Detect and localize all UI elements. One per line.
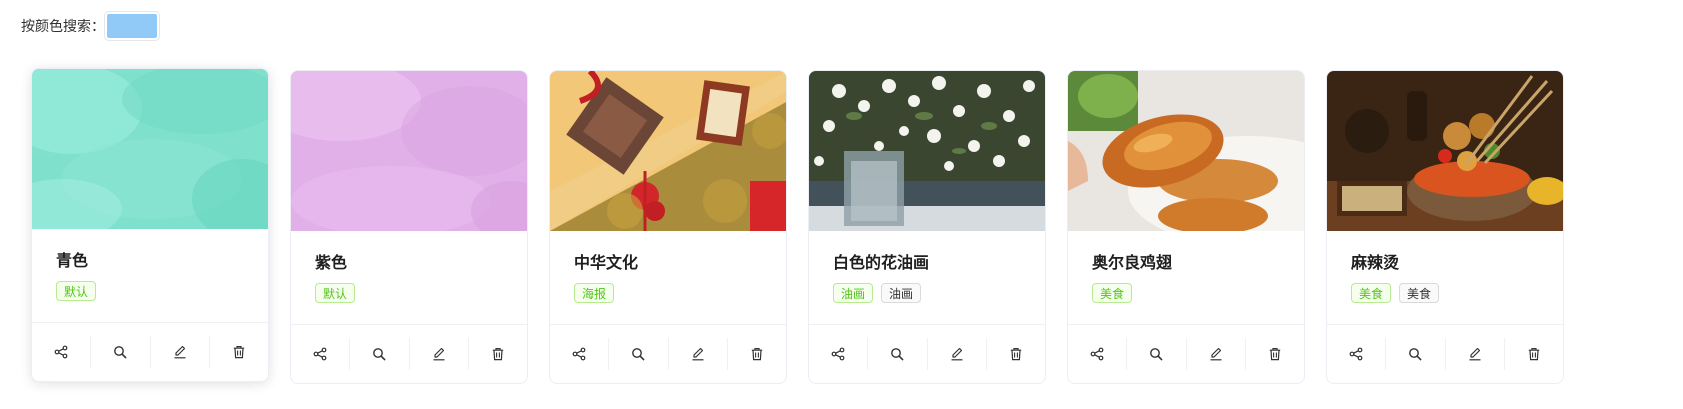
svg-text:·: · — [1298, 219, 1300, 227]
delete-button[interactable] — [987, 338, 1045, 370]
edit-icon — [432, 347, 446, 361]
card-body: 青色 默认 — [32, 229, 268, 307]
share-button[interactable] — [809, 338, 869, 370]
card-title: 白色的花油画 — [833, 253, 930, 272]
delete-button[interactable] — [1246, 338, 1304, 370]
tag: 油画 — [833, 283, 874, 303]
delete-button[interactable] — [728, 338, 786, 370]
edit-icon — [1468, 347, 1482, 361]
card-body: 麻辣烫美食 美食 — [1327, 231, 1563, 309]
share-icon — [572, 347, 586, 361]
share-icon — [1090, 347, 1104, 361]
share-button[interactable] — [550, 338, 610, 370]
edit-button[interactable] — [151, 336, 210, 368]
edit-icon — [691, 347, 705, 361]
share-button[interactable] — [1068, 338, 1128, 370]
tag: 油画 — [881, 283, 922, 303]
edit-button[interactable] — [669, 338, 728, 370]
edit-button[interactable] — [410, 338, 469, 370]
card-cover-image[interactable]: · — [1068, 71, 1304, 231]
image-card[interactable]: 紫色 默认 — [290, 70, 528, 384]
search-icon — [1408, 347, 1422, 361]
card-actions — [291, 324, 527, 383]
share-icon — [831, 347, 845, 361]
card-actions — [1327, 324, 1563, 383]
delete-button[interactable] — [1505, 338, 1563, 370]
image-card[interactable]: · 奥尔良鸡翅美食 — [1067, 70, 1305, 384]
share-button[interactable] — [291, 338, 351, 370]
tag: 海报 — [574, 283, 615, 303]
card-cover-image[interactable] — [809, 71, 1045, 231]
card-body: 白色的花油画 油画 油画 — [809, 231, 1045, 309]
card-tags: 默认 — [315, 283, 503, 303]
delete-icon — [1268, 347, 1282, 361]
delete-icon — [750, 347, 764, 361]
color-search-bar: 按颜色搜索： — [21, 13, 157, 39]
card-cover-image[interactable] — [32, 69, 268, 229]
card-actions — [550, 324, 786, 383]
tag: 美食 — [1092, 283, 1133, 303]
search-button[interactable] — [91, 336, 151, 368]
delete-icon — [491, 347, 505, 361]
delete-icon — [1527, 347, 1541, 361]
card-actions — [809, 324, 1045, 383]
edit-button[interactable] — [1446, 338, 1505, 370]
card-title: 中华文化 — [574, 253, 639, 272]
edit-button[interactable] — [1187, 338, 1246, 370]
card-tags: 海报 — [574, 283, 762, 303]
tag: 默认 — [315, 283, 356, 303]
card-title: 紫色 — [315, 253, 348, 272]
edit-icon — [173, 345, 187, 359]
color-search-label: 按颜色搜索： — [21, 19, 105, 35]
card-title: 青色 — [56, 251, 89, 270]
color-picker[interactable] — [107, 14, 157, 38]
share-icon — [313, 347, 327, 361]
search-button[interactable] — [609, 338, 669, 370]
delete-icon — [232, 345, 246, 359]
card-tags: 默认 — [56, 281, 244, 301]
tag: 美食 — [1399, 283, 1440, 303]
card-cover-image[interactable] — [550, 71, 786, 231]
search-button[interactable] — [350, 338, 410, 370]
card-actions — [1068, 324, 1304, 383]
search-button[interactable] — [1386, 338, 1446, 370]
card-tags: 美食 美食 — [1351, 283, 1539, 303]
card-tags: 美食 — [1092, 283, 1280, 303]
search-button[interactable] — [868, 338, 928, 370]
edit-button[interactable] — [928, 338, 987, 370]
delete-button[interactable] — [469, 338, 527, 370]
image-card[interactable]: 青色 默认 — [31, 68, 269, 382]
search-button[interactable] — [1127, 338, 1187, 370]
card-actions — [32, 322, 268, 381]
search-icon — [113, 345, 127, 359]
card-body: 紫色 默认 — [291, 231, 527, 309]
tag: 默认 — [56, 281, 97, 301]
tag: 美食 — [1351, 283, 1392, 303]
card-cover-image[interactable] — [291, 71, 527, 231]
card-tags: 油画 油画 — [833, 283, 1021, 303]
image-card[interactable]: 白色的花油画 油画 油画 — [808, 70, 1046, 384]
edit-icon — [950, 347, 964, 361]
card-title: 奥尔良鸡翅 — [1092, 253, 1173, 272]
share-icon — [1349, 347, 1363, 361]
image-card[interactable]: 中华文化 海报 — [549, 70, 787, 384]
share-icon — [54, 345, 68, 359]
image-card[interactable]: 麻辣烫美食 美食 — [1326, 70, 1564, 384]
edit-icon — [1209, 347, 1223, 361]
card-cover-image[interactable] — [1327, 71, 1563, 231]
search-icon — [631, 347, 645, 361]
search-icon — [890, 347, 904, 361]
card-body: 中华文化 海报 — [550, 231, 786, 309]
delete-icon — [1009, 347, 1023, 361]
search-icon — [1149, 347, 1163, 361]
share-button[interactable] — [32, 336, 92, 368]
card-title: 麻辣烫 — [1351, 253, 1400, 272]
card-body: 奥尔良鸡翅 美食 — [1068, 231, 1304, 309]
share-button[interactable] — [1327, 338, 1387, 370]
delete-button[interactable] — [210, 336, 268, 368]
search-icon — [372, 347, 386, 361]
